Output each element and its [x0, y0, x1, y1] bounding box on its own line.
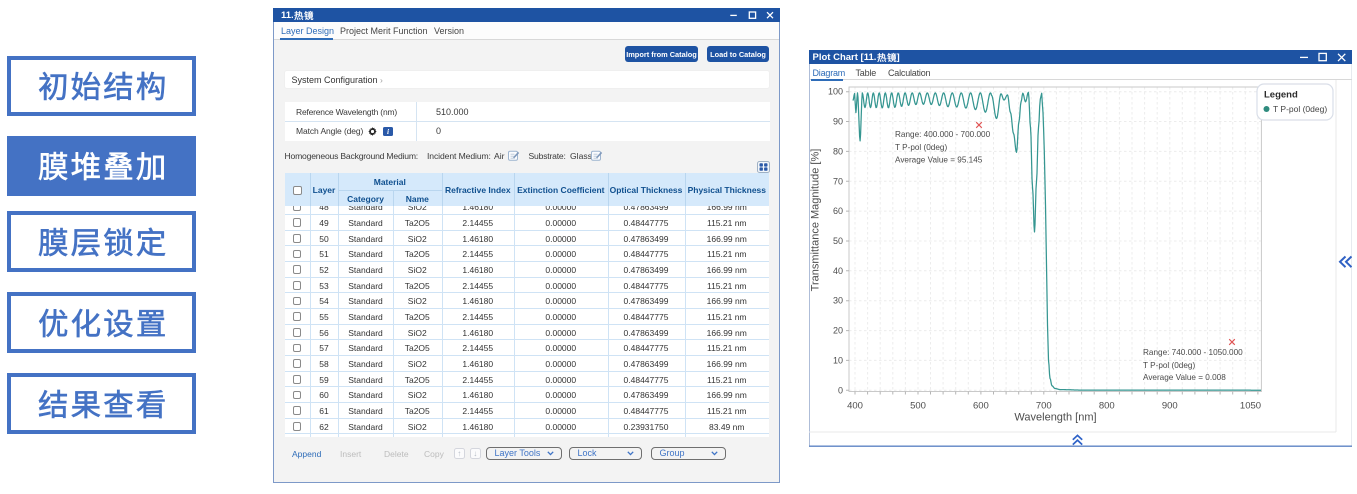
svg-text:80: 80 [833, 146, 843, 156]
svg-text:Average Value = 95.145: Average Value = 95.145 [895, 155, 983, 164]
svg-text:T P-pol (0deg): T P-pol (0deg) [1273, 104, 1327, 114]
svg-text:Average Value = 0.008: Average Value = 0.008 [1143, 373, 1226, 382]
svg-text:Legend: Legend [1264, 90, 1298, 101]
svg-text:T P-pol (0deg): T P-pol (0deg) [1143, 361, 1195, 370]
svg-text:70: 70 [833, 176, 843, 186]
svg-text:1050: 1050 [1240, 401, 1261, 412]
svg-text:60: 60 [833, 206, 843, 216]
svg-text:Range: 400.000 - 700.000: Range: 400.000 - 700.000 [895, 130, 991, 139]
svg-text:400: 400 [847, 401, 863, 412]
svg-text:600: 600 [973, 401, 989, 412]
svg-text:700: 700 [1036, 401, 1052, 412]
svg-text:90: 90 [833, 117, 843, 127]
svg-text:100: 100 [828, 87, 843, 97]
svg-text:900: 900 [1162, 401, 1178, 412]
svg-text:500: 500 [910, 401, 926, 412]
svg-text:800: 800 [1099, 401, 1115, 412]
svg-text:Wavelength [nm]: Wavelength [nm] [1014, 412, 1096, 424]
svg-text:40: 40 [833, 266, 843, 276]
svg-text:0: 0 [838, 385, 843, 395]
svg-text:T P-pol (0deg): T P-pol (0deg) [895, 143, 947, 152]
svg-text:Transmittance Magnitude [%]: Transmittance Magnitude [%] [810, 149, 822, 292]
svg-text:Range: 740.000 - 1050.000: Range: 740.000 - 1050.000 [1143, 348, 1243, 357]
svg-text:10: 10 [833, 355, 843, 365]
svg-text:30: 30 [833, 296, 843, 306]
svg-text:50: 50 [833, 236, 843, 246]
svg-text:20: 20 [833, 326, 843, 336]
